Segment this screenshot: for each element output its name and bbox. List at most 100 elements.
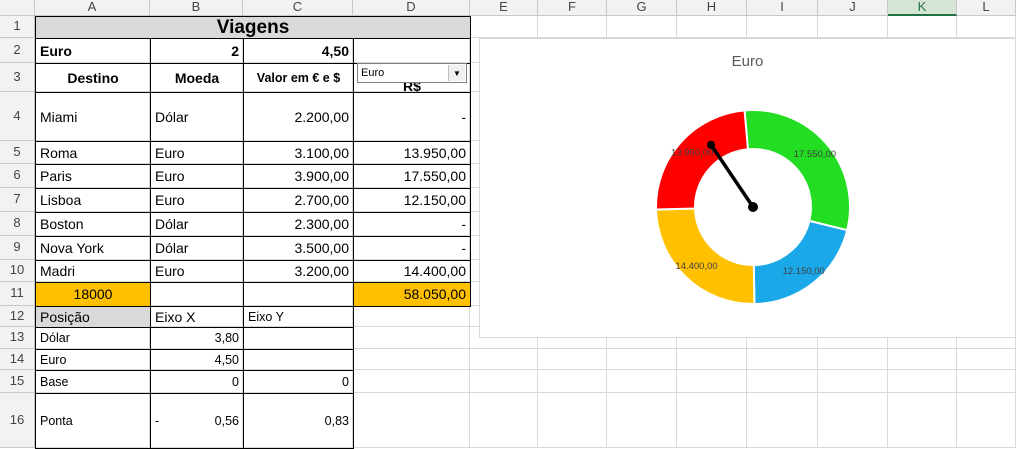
column-header-d[interactable]: D	[353, 0, 470, 16]
moeda-cell[interactable]: Euro	[150, 188, 244, 213]
row-header-14[interactable]: 14	[0, 349, 35, 370]
position-label-cell[interactable]: Euro	[35, 349, 151, 371]
grid-cell[interactable]	[538, 349, 607, 370]
converter-cell[interactable]: 12.150,00	[353, 188, 471, 213]
grid-cell[interactable]	[818, 349, 888, 370]
grid-cell[interactable]	[607, 370, 677, 393]
euro-rate-cell[interactable]: 4,50	[243, 38, 354, 64]
row-header-8[interactable]: 8	[0, 212, 35, 236]
grid-cell[interactable]	[818, 16, 888, 38]
position-label-cell[interactable]: Base	[35, 370, 151, 394]
row-header-7[interactable]: 7	[0, 188, 35, 212]
euro-index-cell[interactable]: 2	[150, 38, 244, 64]
grid-cell[interactable]	[538, 393, 607, 448]
column-header-j[interactable]: J	[818, 0, 888, 16]
position-y-cell[interactable]	[243, 349, 354, 371]
position-y-cell[interactable]: 0	[243, 370, 354, 394]
converter-cell[interactable]: 17.550,00	[353, 164, 471, 189]
grid-cell[interactable]	[957, 349, 1016, 370]
moeda-cell[interactable]: Euro	[150, 260, 244, 283]
moeda-cell[interactable]: Euro	[150, 141, 244, 165]
column-header-i[interactable]: I	[747, 0, 818, 16]
valor-cell[interactable]: 3.200,00	[243, 260, 354, 283]
grid-cell[interactable]	[957, 393, 1016, 448]
position-x-cell[interactable]: 0	[150, 370, 244, 394]
grid-cell[interactable]	[538, 370, 607, 393]
grid-cell[interactable]	[957, 16, 1016, 38]
row-header-15[interactable]: 15	[0, 370, 35, 393]
column-header-e[interactable]: E	[470, 0, 538, 16]
destino-cell[interactable]: Miami	[35, 92, 151, 142]
valor-cell[interactable]: 3.100,00	[243, 141, 354, 165]
grid-cell[interactable]	[470, 16, 538, 38]
row-header-6[interactable]: 6	[0, 164, 35, 188]
grid-cell[interactable]	[747, 370, 818, 393]
grid-cell[interactable]	[677, 16, 747, 38]
total-a-cell[interactable]: 18000	[35, 282, 151, 307]
converter-cell[interactable]: -	[353, 212, 471, 237]
valor-cell[interactable]: 2.300,00	[243, 212, 354, 237]
position-label-cell[interactable]: Dólar	[35, 327, 151, 350]
grid-cell[interactable]	[677, 370, 747, 393]
grid-cell[interactable]	[353, 349, 470, 370]
row-header-4[interactable]: 4	[0, 92, 35, 141]
moeda-cell[interactable]: Dólar	[150, 236, 244, 261]
gauge-slice[interactable]	[743, 109, 851, 232]
row-header-13[interactable]: 13	[0, 327, 35, 349]
position-x-cell[interactable]: 3,80	[150, 327, 244, 350]
gauge-slice[interactable]	[752, 219, 849, 306]
column-header-c[interactable]: C	[243, 0, 353, 16]
eixo-x-header[interactable]: Eixo X	[150, 306, 244, 328]
row-header-1[interactable]: 1	[0, 16, 35, 38]
row-header-5[interactable]: 5	[0, 141, 35, 164]
row-header-16[interactable]: 16	[0, 393, 35, 448]
grid-cell[interactable]	[353, 393, 470, 448]
grid-cell[interactable]	[818, 393, 888, 448]
grid-cell[interactable]	[888, 16, 957, 38]
header-valor[interactable]: Valor em € e $	[243, 63, 354, 93]
position-x-cell[interactable]: - 0,56	[150, 393, 244, 449]
total-converted-cell[interactable]: 58.050,00	[353, 282, 471, 307]
converter-cell[interactable]: 14.400,00	[353, 260, 471, 283]
converter-cell[interactable]: -	[353, 92, 471, 142]
converter-cell[interactable]: -	[353, 236, 471, 261]
column-header-k[interactable]: K	[888, 0, 957, 16]
gauge-chart[interactable]: Euro 17.550,0012.150,0014.400,00-13.950,…	[479, 38, 1016, 338]
header-destino[interactable]: Destino	[35, 63, 151, 93]
converter-cell[interactable]: 13.950,00	[353, 141, 471, 165]
row-header-2[interactable]: 2	[0, 38, 35, 63]
destino-cell[interactable]: Paris	[35, 164, 151, 189]
grid-cell[interactable]	[607, 393, 677, 448]
grid-cell[interactable]	[818, 370, 888, 393]
grid-cell[interactable]	[677, 393, 747, 448]
grid-cell[interactable]	[470, 370, 538, 393]
row-header-11[interactable]: 11	[0, 282, 35, 306]
select-all-corner[interactable]	[0, 0, 35, 16]
grid-cell[interactable]	[888, 349, 957, 370]
empty-cell[interactable]	[150, 282, 244, 307]
grid-cell[interactable]	[747, 16, 818, 38]
dropdown-cell[interactable]	[353, 38, 471, 64]
grid-cell[interactable]	[677, 349, 747, 370]
eixo-y-header[interactable]: Eixo Y	[243, 306, 354, 328]
grid-cell[interactable]	[888, 393, 957, 448]
grid-cell[interactable]	[747, 349, 818, 370]
moeda-cell[interactable]: Dólar	[150, 92, 244, 142]
destino-cell[interactable]: Lisboa	[35, 188, 151, 213]
header-moeda[interactable]: Moeda	[150, 63, 244, 93]
gauge-slice[interactable]	[655, 109, 750, 211]
grid-cell[interactable]	[470, 349, 538, 370]
title-cell[interactable]: Viagens	[35, 16, 471, 39]
dropdown-arrow-icon[interactable]: ▼	[448, 65, 465, 81]
valor-cell[interactable]: 3.500,00	[243, 236, 354, 261]
moeda-cell[interactable]: Dólar	[150, 212, 244, 237]
valor-cell[interactable]: 2.700,00	[243, 188, 354, 213]
gauge-slice[interactable]	[655, 207, 756, 305]
currency-dropdown[interactable]: Euro ▼	[357, 63, 467, 83]
grid-cell[interactable]	[607, 349, 677, 370]
grid-cell[interactable]	[538, 16, 607, 38]
position-label-cell[interactable]: Ponta	[35, 393, 151, 449]
column-header-h[interactable]: H	[677, 0, 747, 16]
column-header-f[interactable]: F	[538, 0, 607, 16]
moeda-cell[interactable]: Euro	[150, 164, 244, 189]
